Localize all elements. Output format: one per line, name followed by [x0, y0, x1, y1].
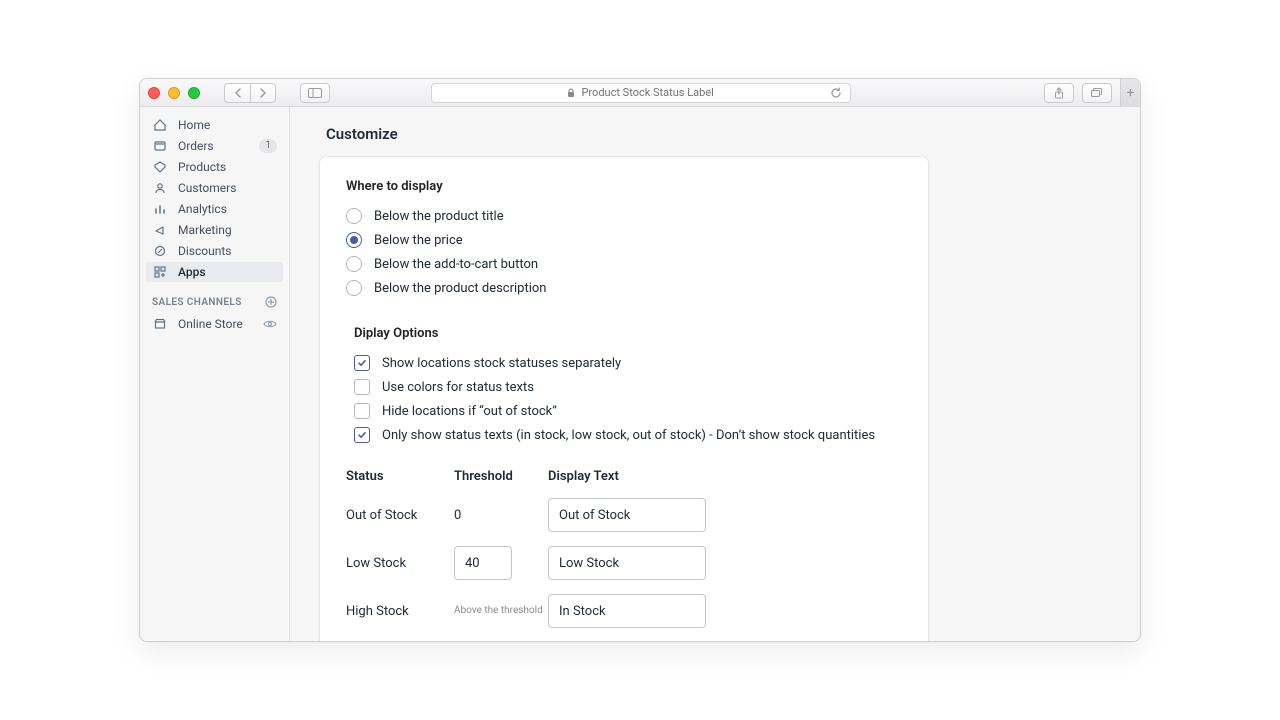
status-label-high: High Stock — [346, 604, 450, 619]
display-text-out-input[interactable] — [548, 498, 706, 532]
discounts-icon — [152, 244, 168, 258]
traffic-lights — [148, 87, 200, 99]
radio-below-add-to-cart[interactable]: Below the add-to-cart button — [346, 252, 902, 276]
zoom-window-button[interactable] — [188, 87, 200, 99]
threshold-high-hint: Above the threshold — [454, 605, 544, 617]
marketing-icon — [152, 223, 168, 237]
status-table: Status Threshold Display Text Out of Sto… — [346, 469, 902, 628]
sidebar-toggle-button[interactable] — [300, 83, 330, 103]
sidebar-item-apps[interactable]: Apps — [146, 262, 283, 282]
titlebar: Product Stock Status Label + — [140, 79, 1140, 107]
nav-back-forward — [224, 83, 276, 103]
checkbox-label: Only show status texts (in stock, low st… — [382, 428, 875, 443]
sidebar-item-label: Customers — [178, 181, 236, 195]
th-status: Status — [346, 469, 450, 484]
sidebar-item-online-store[interactable]: Online Store — [146, 314, 283, 334]
sidebar-item-label: Marketing — [178, 223, 232, 237]
new-tab-button[interactable]: + — [1120, 79, 1140, 107]
checkbox-label: Use colors for status texts — [382, 380, 534, 395]
back-button[interactable] — [224, 83, 250, 103]
sidebar-item-label: Orders — [178, 139, 214, 153]
th-display: Display Text — [548, 469, 708, 484]
customers-icon — [152, 181, 168, 195]
th-threshold: Threshold — [454, 469, 544, 484]
display-text-high-input[interactable] — [548, 594, 706, 628]
radio-label: Below the add-to-cart button — [374, 257, 538, 272]
radio-input[interactable] — [346, 232, 362, 248]
page-url-title: Product Stock Status Label — [581, 86, 713, 99]
toolbar-right: + — [1044, 83, 1132, 103]
radio-input[interactable] — [346, 208, 362, 224]
orders-badge: 1 — [259, 139, 277, 153]
checkbox-label: Hide locations if “out of stock” — [382, 404, 557, 419]
sidebar-item-label: Analytics — [178, 202, 227, 216]
browser-window: Product Stock Status Label + Home Ord — [139, 78, 1141, 642]
checkbox-input[interactable] — [354, 427, 370, 443]
sidebar-item-orders[interactable]: Orders 1 — [146, 136, 283, 156]
add-channel-icon[interactable] — [265, 296, 277, 308]
tabs-button[interactable] — [1082, 83, 1112, 103]
radio-input[interactable] — [346, 256, 362, 272]
radio-label: Below the product title — [374, 209, 504, 224]
check-use-colors[interactable]: Use colors for status texts — [354, 375, 902, 399]
threshold-low-input[interactable] — [454, 546, 512, 580]
display-text-low-input[interactable] — [548, 546, 706, 580]
check-hide-oos[interactable]: Hide locations if “out of stock” — [354, 399, 902, 423]
sidebar-item-analytics[interactable]: Analytics — [146, 199, 283, 219]
checkbox-input[interactable] — [354, 379, 370, 395]
sidebar-item-label: Products — [178, 160, 226, 174]
sidebar: Home Orders 1 Products Customers Analyti… — [140, 107, 290, 641]
main-content: Customize Where to display Below the pro… — [290, 107, 1140, 641]
reload-icon[interactable] — [830, 87, 842, 99]
settings-card: Where to display Below the product title… — [320, 157, 928, 641]
display-options-heading: Diplay Options — [354, 326, 902, 341]
home-icon — [152, 118, 168, 132]
radio-label: Below the price — [374, 233, 463, 248]
page-title: Customize — [326, 125, 1110, 143]
radio-input[interactable] — [346, 280, 362, 296]
sidebar-item-home[interactable]: Home — [146, 115, 283, 135]
minimize-window-button[interactable] — [168, 87, 180, 99]
sidebar-item-label: Home — [178, 118, 210, 132]
check-show-locations[interactable]: Show locations stock statuses separately — [354, 351, 902, 375]
sidebar-item-products[interactable]: Products — [146, 157, 283, 177]
checkbox-label: Show locations stock statuses separately — [382, 356, 621, 371]
analytics-icon — [152, 202, 168, 216]
check-only-status-texts[interactable]: Only show status texts (in stock, low st… — [354, 423, 902, 447]
address-bar[interactable]: Product Stock Status Label — [431, 83, 851, 103]
view-store-icon[interactable] — [263, 319, 277, 329]
radio-below-price[interactable]: Below the price — [346, 228, 902, 252]
sidebar-item-marketing[interactable]: Marketing — [146, 220, 283, 240]
share-button[interactable] — [1044, 83, 1074, 103]
sidebar-item-label: Online Store — [178, 317, 243, 331]
tag-icon — [152, 160, 168, 174]
radio-label: Below the product description — [374, 281, 546, 296]
sidebar-item-label: Discounts — [178, 244, 231, 258]
close-window-button[interactable] — [148, 87, 160, 99]
apps-icon — [152, 265, 168, 279]
sidebar-item-label: Apps — [178, 265, 206, 279]
threshold-out: 0 — [454, 508, 544, 523]
lock-icon — [567, 88, 575, 98]
radio-below-description[interactable]: Below the product description — [346, 276, 902, 300]
sidebar-item-discounts[interactable]: Discounts — [146, 241, 283, 261]
checkbox-input[interactable] — [354, 403, 370, 419]
forward-button[interactable] — [250, 83, 276, 103]
radio-below-title[interactable]: Below the product title — [346, 204, 902, 228]
checkbox-input[interactable] — [354, 355, 370, 371]
status-label-low: Low Stock — [346, 556, 450, 571]
sidebar-section-label: SALES CHANNELS — [152, 297, 242, 308]
sidebar-item-customers[interactable]: Customers — [146, 178, 283, 198]
store-icon — [152, 317, 168, 331]
orders-icon — [152, 139, 168, 153]
status-label-out: Out of Stock — [346, 508, 450, 523]
where-to-display-heading: Where to display — [346, 179, 902, 194]
